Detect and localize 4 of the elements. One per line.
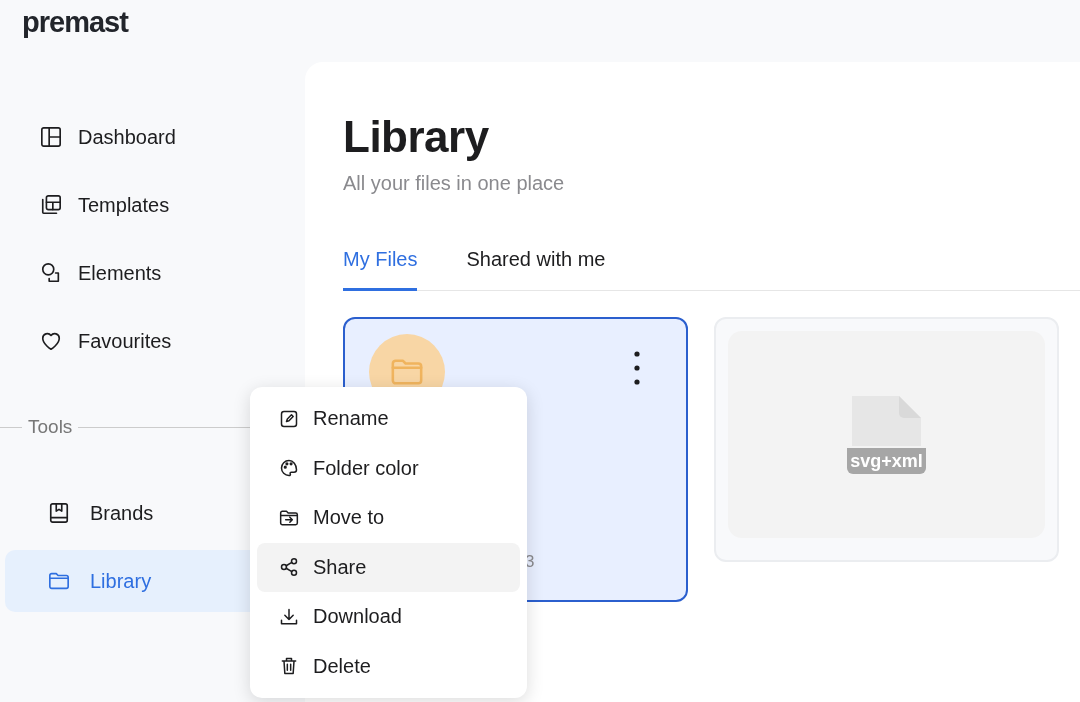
page-title: Library (343, 112, 490, 162)
page-subtitle: All your files in one place (343, 171, 565, 195)
file-type-badge: svg+xml (847, 447, 926, 474)
section-label: Tools (28, 416, 73, 438)
